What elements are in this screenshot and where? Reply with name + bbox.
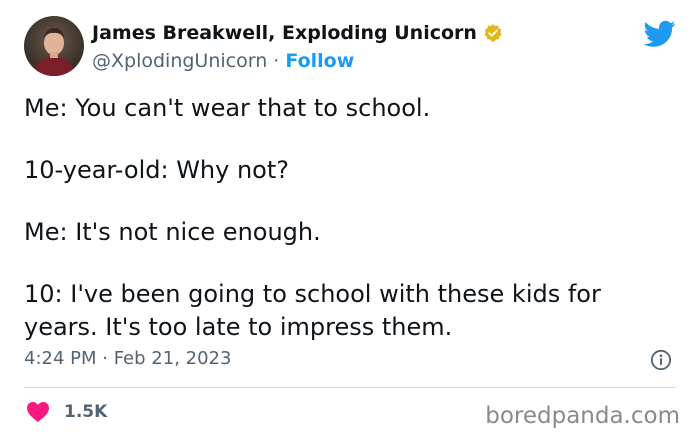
author-handle[interactable]: @XplodingUnicorn [92,50,267,72]
avatar-photo [24,16,84,76]
divider [24,387,676,388]
twitter-bird-icon[interactable] [643,20,676,48]
tweet-line: 10-year-old: Why not? [24,156,290,184]
author-display-name[interactable]: James Breakwell, Exploding Unicorn [92,22,477,44]
follow-button[interactable]: Follow [285,50,354,72]
tweet-card: James Breakwell, Exploding Unicorn @Xplo… [0,0,700,441]
info-icon[interactable] [650,349,672,371]
tweet-line: 10: I've been going to school with these… [24,280,601,341]
heart-icon[interactable] [26,401,50,423]
watermark: boredpanda.com [485,403,680,429]
like-action[interactable]: 1.5K [26,401,107,423]
avatar[interactable] [24,16,84,76]
tweet-line: Me: It's not nice enough. [24,218,321,246]
author-name-row: James Breakwell, Exploding Unicorn [92,22,503,44]
tweet-line: Me: You can't wear that to school. [24,94,431,122]
tweet-text: Me: You can't wear that to school. 10-ye… [24,92,664,344]
author-handle-row: @XplodingUnicorn · Follow [92,50,354,72]
handle-separator: · [267,50,286,72]
tweet-timestamp[interactable]: 4:24 PM · Feb 21, 2023 [24,348,231,369]
verified-badge-icon [483,23,503,43]
like-count: 1.5K [64,402,108,422]
